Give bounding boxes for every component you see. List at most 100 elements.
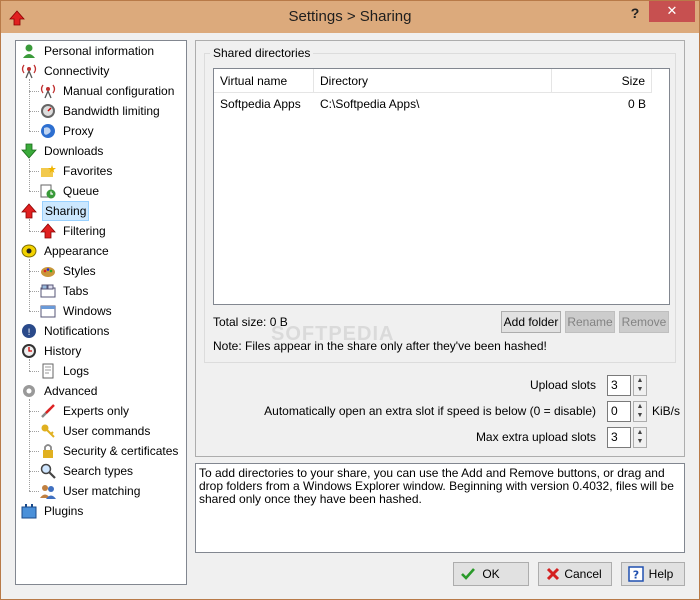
svg-text:!: ! — [27, 328, 31, 338]
speed-unit: KiB/s — [652, 404, 681, 418]
upload-slots-input[interactable]: 3 — [607, 375, 631, 396]
tree-item-proxy[interactable]: Proxy — [40, 121, 181, 141]
tree-item-queue[interactable]: Queue — [40, 181, 181, 201]
tree-item-label: Sharing — [42, 201, 90, 221]
tree-connector — [29, 171, 39, 172]
tools-icon — [41, 404, 55, 418]
tree-item-connectivity[interactable]: Connectivity — [21, 61, 181, 81]
tree-item-downloads[interactable]: Downloads — [21, 141, 181, 161]
tree-item-advanced[interactable]: Advanced — [21, 381, 181, 401]
tree-connector — [29, 411, 39, 412]
tree-item-plugins[interactable]: Plugins — [21, 501, 181, 521]
title-bar[interactable]: Settings > Sharing ? ✕ — [1, 1, 699, 33]
tree-connector — [29, 431, 39, 432]
shared-directories-group: Shared directories Virtual name Director… — [204, 46, 676, 363]
tree-connector — [29, 231, 39, 232]
remove-button[interactable]: Remove — [619, 311, 669, 333]
up-arrow-icon — [21, 203, 37, 219]
gauge-icon — [41, 104, 55, 118]
extra-slot-label: Automatically open an extra slot if spee… — [264, 404, 596, 418]
tree-item-favorites[interactable]: Favorites — [40, 161, 181, 181]
extra-slot-speed-input[interactable]: 0 — [607, 401, 631, 422]
person-icon — [23, 44, 35, 58]
tree-connector — [29, 259, 30, 311]
tree-item-label: Windows — [63, 304, 112, 318]
tree-connector — [29, 219, 30, 231]
tree-item-label: User matching — [63, 484, 141, 498]
tree-item-label: Experts only — [63, 404, 130, 418]
tree-item-filtering[interactable]: Filtering — [40, 221, 181, 241]
tree-connector — [29, 131, 39, 132]
tree-item-label: Appearance — [44, 244, 109, 258]
down-arrow-icon — [21, 143, 37, 159]
tree-item-user-matching[interactable]: User matching — [40, 481, 181, 501]
log-icon — [42, 363, 54, 379]
tree-connector — [29, 91, 39, 92]
tree-item-notifications[interactable]: ! Notifications — [21, 321, 181, 341]
tree-item-tabs[interactable]: Tabs — [40, 281, 181, 301]
settings-tree[interactable]: Personal information Connectivity Manual c… — [15, 40, 187, 585]
tree-item-label: Connectivity — [44, 64, 110, 78]
close-button[interactable]: ✕ — [649, 1, 695, 22]
tree-item-personal-information[interactable]: Personal information — [21, 41, 181, 61]
shared-directories-list[interactable]: Virtual name Directory Size Softpedia Ap… — [213, 68, 670, 305]
tree-item-search-types[interactable]: Search types — [40, 461, 181, 481]
tree-item-label: Search types — [63, 464, 134, 478]
cell-directory: C:\Softpedia Apps\ — [320, 97, 420, 111]
tree-item-label: Security & certificates — [63, 444, 179, 458]
sharing-panel: Shared directories Virtual name Director… — [195, 40, 685, 457]
tree-item-windows[interactable]: Windows — [40, 301, 181, 321]
notification-icon: ! — [22, 324, 36, 338]
help-button[interactable]: ? Help — [621, 562, 685, 586]
column-header-directory[interactable]: Directory — [314, 69, 552, 93]
max-extra-slots-stepper[interactable]: ▲ ▼ — [633, 427, 647, 448]
tree-connector — [29, 79, 30, 131]
ok-button[interactable]: OK — [453, 562, 529, 586]
description-box: To add directories to your share, you ca… — [195, 463, 685, 553]
tree-connector — [29, 471, 39, 472]
tree-item-logs[interactable]: Logs — [40, 361, 181, 381]
tree-item-appearance[interactable]: Appearance — [21, 241, 181, 261]
tree-item-label: Downloads — [44, 144, 104, 158]
tree-item-label: History — [44, 344, 82, 358]
tree-item-user-commands[interactable]: User commands — [40, 421, 181, 441]
cell-virtual-name: Softpedia Apps — [220, 97, 301, 111]
group-label: Shared directories — [210, 46, 314, 60]
tree-item-label: Logs — [63, 364, 90, 378]
clock-icon — [22, 344, 36, 358]
tree-item-manual-configuration[interactable]: Manual configuration — [40, 81, 181, 101]
tree-item-security-certificates[interactable]: Security & certificates — [40, 441, 181, 461]
tree-item-sharing[interactable]: Sharing — [21, 201, 181, 221]
cancel-button[interactable]: Cancel — [538, 562, 612, 586]
max-extra-slots-input[interactable]: 3 — [607, 427, 631, 448]
column-header-size[interactable]: Size — [552, 69, 652, 93]
watermark: SOFTPEDIA — [271, 323, 395, 345]
tree-item-styles[interactable]: Styles — [40, 261, 181, 281]
tree-item-experts-only[interactable]: Experts only — [40, 401, 181, 421]
tree-item-label: Tabs — [63, 284, 89, 298]
tabs-icon — [40, 284, 56, 298]
globe-icon — [41, 124, 55, 138]
extra-slot-speed-stepper[interactable]: ▲ ▼ — [633, 401, 647, 422]
folder-star-icon — [41, 165, 56, 177]
add-folder-button[interactable]: Add folder — [501, 311, 561, 333]
title-help-button[interactable]: ? — [625, 3, 645, 23]
rename-button[interactable]: Rename — [565, 311, 615, 333]
magnifier-icon — [40, 463, 56, 479]
tree-connector — [29, 191, 39, 192]
tree-item-history[interactable]: History — [21, 341, 181, 361]
upload-slots-stepper[interactable]: ▲ ▼ — [633, 375, 647, 396]
tree-connector — [29, 111, 39, 112]
cancel-label: Cancel — [564, 567, 602, 581]
key-icon — [41, 424, 55, 438]
column-header-virtual-name[interactable]: Virtual name — [214, 69, 314, 93]
tree-connector — [29, 159, 30, 191]
tree-item-label: Advanced — [44, 384, 98, 398]
tree-item-label: Bandwidth limiting — [63, 104, 160, 118]
max-extra-slots-label: Max extra upload slots — [475, 430, 596, 444]
plugin-icon — [21, 504, 37, 519]
tree-item-bandwidth-limiting[interactable]: Bandwidth limiting — [40, 101, 181, 121]
tree-connector — [29, 291, 39, 292]
antenna-icon — [21, 64, 37, 79]
gear-icon — [23, 385, 35, 397]
